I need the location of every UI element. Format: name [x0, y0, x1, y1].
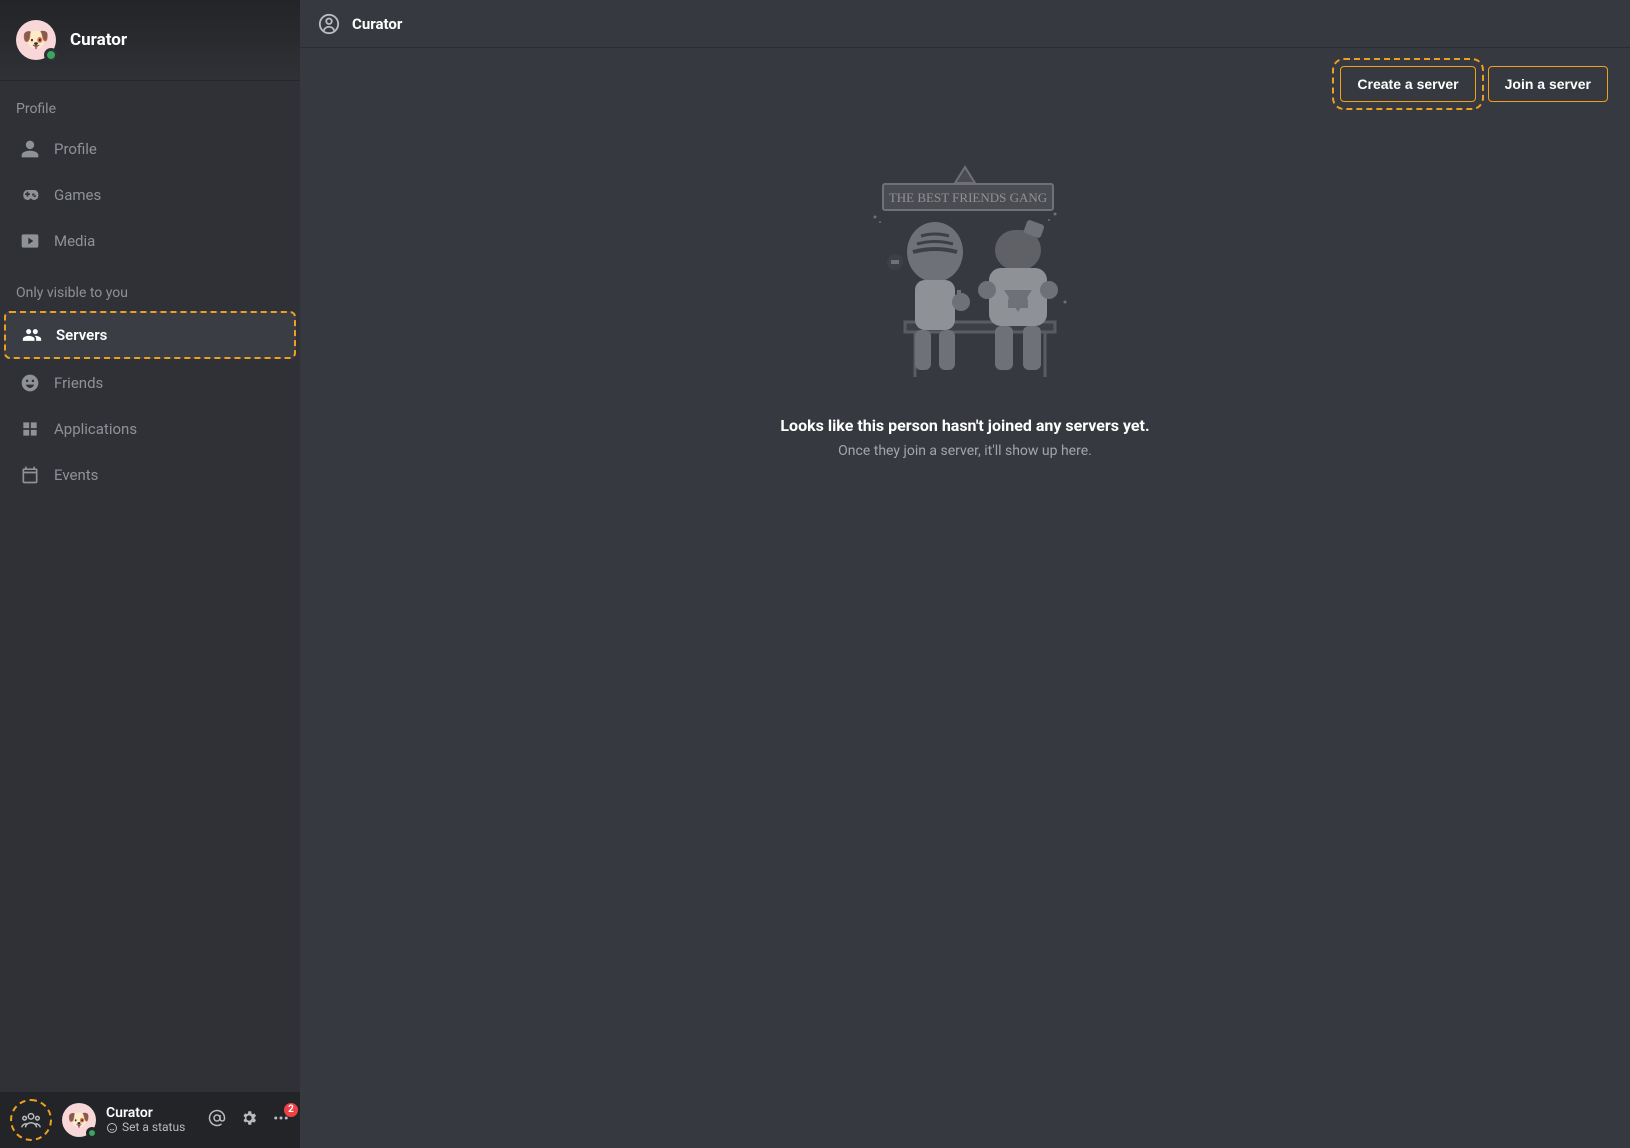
main-header: Curator — [300, 0, 1630, 48]
avatar[interactable]: 🐶 — [16, 20, 56, 60]
avatar-doge-icon: 🐶 — [68, 1110, 90, 1131]
sidebar: 🐶 Curator Profile Profile Games Media On… — [0, 0, 300, 1148]
bottom-avatar[interactable]: 🐶 — [62, 1103, 96, 1137]
main: Curator Create a server Join a server TH… — [300, 0, 1630, 1148]
page-title: Curator — [352, 15, 402, 33]
bottom-status-prompt: Set a status — [106, 1121, 198, 1135]
illustration-banner-text: THE BEST FRIENDS GANG — [889, 190, 1047, 205]
users-group-icon — [20, 1109, 42, 1131]
section-label-profile: Profile — [0, 81, 300, 125]
sidebar-item-games[interactable]: Games — [4, 173, 296, 217]
gear-icon — [240, 1109, 258, 1127]
join-server-button[interactable]: Join a server — [1488, 66, 1608, 102]
bottom-status-text: Set a status — [122, 1121, 185, 1135]
sidebar-item-label: Events — [54, 466, 98, 484]
user-icon — [20, 139, 40, 159]
sidebar-username: Curator — [70, 30, 127, 50]
status-icon — [106, 1122, 118, 1134]
bottom-username: Curator — [106, 1105, 198, 1121]
empty-state: THE BEST FRIENDS GANG — [300, 102, 1630, 1148]
sidebar-item-label: Profile — [54, 140, 97, 158]
sidebar-item-friends[interactable]: Friends — [4, 361, 296, 405]
empty-servers-illustration: THE BEST FRIENDS GANG — [835, 162, 1095, 392]
sidebar-item-applications[interactable]: Applications — [4, 407, 296, 451]
sidebar-item-servers[interactable]: Servers — [4, 311, 296, 359]
sidebar-item-profile[interactable]: Profile — [4, 127, 296, 171]
sidebar-item-label: Applications — [54, 420, 137, 438]
sidebar-item-label: Servers — [56, 326, 107, 344]
action-row: Create a server Join a server — [300, 48, 1630, 102]
presence-dot-online — [44, 48, 58, 62]
at-icon — [208, 1109, 226, 1127]
mentions-button[interactable] — [208, 1109, 226, 1131]
sidebar-item-label: Games — [54, 186, 101, 204]
notification-badge: 2 — [284, 1103, 298, 1117]
sidebar-item-label: Friends — [54, 374, 103, 392]
sidebar-body: Profile Profile Games Media Only visible… — [0, 81, 300, 1092]
bottom-user-block[interactable]: Curator Set a status — [106, 1105, 198, 1135]
bottom-bar: 🐶 Curator Set a status 2 — [0, 1092, 300, 1148]
empty-state-title: Looks like this person hasn't joined any… — [780, 416, 1149, 435]
create-server-button[interactable]: Create a server — [1340, 66, 1475, 102]
settings-button[interactable] — [240, 1109, 258, 1131]
users-icon — [22, 325, 42, 345]
smile-icon — [20, 373, 40, 393]
user-circle-icon — [318, 13, 340, 35]
sidebar-item-media[interactable]: Media — [4, 219, 296, 263]
presence-dot-online — [86, 1127, 98, 1139]
gamepad-icon — [20, 185, 40, 205]
section-label-private: Only visible to you — [0, 265, 300, 309]
sidebar-header: 🐶 Curator — [0, 0, 300, 81]
apps-icon — [20, 419, 40, 439]
sidebar-item-label: Media — [54, 232, 95, 250]
more-button[interactable]: 2 — [272, 1109, 290, 1131]
media-icon — [20, 231, 40, 251]
calendar-icon — [20, 465, 40, 485]
empty-state-subtitle: Once they join a server, it'll show up h… — [838, 443, 1092, 459]
server-switcher-button[interactable] — [10, 1099, 52, 1141]
bottom-icon-row: 2 — [208, 1109, 290, 1131]
sidebar-item-events[interactable]: Events — [4, 453, 296, 497]
